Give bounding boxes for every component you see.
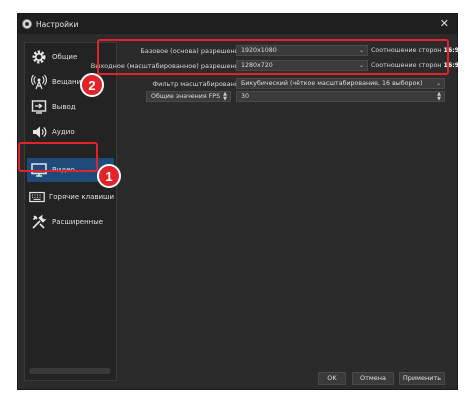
broadcast-icon xyxy=(29,72,49,92)
downscale-filter-value: Бикубический (чёткое масштабирование, 16… xyxy=(241,80,423,87)
downscale-filter-label: Фильтр масштабирования xyxy=(152,80,244,88)
video-highlight-frame xyxy=(18,142,98,172)
ok-button[interactable]: OK xyxy=(318,372,346,385)
sidebar-item-output[interactable]: Вывод xyxy=(27,95,114,119)
downscale-filter-combo[interactable]: Бикубический (чёткое масштабирование, 16… xyxy=(236,78,445,89)
sidebar-item-label: Расширенные xyxy=(52,218,104,226)
step-badge-2: 2 xyxy=(80,73,104,97)
step-badge-1: 1 xyxy=(97,164,121,188)
fps-type-value: Общие значения FPS xyxy=(151,93,221,100)
resolution-highlight-frame xyxy=(97,39,449,75)
sidebar-item-label: Аудио xyxy=(52,128,75,136)
updown-arrows-icon: ▲ ▼ xyxy=(223,91,227,102)
sidebar-item-advanced[interactable]: Расширенные xyxy=(27,210,114,234)
apply-button[interactable]: Применить xyxy=(399,372,445,385)
sidebar-scrollbar[interactable] xyxy=(29,368,111,374)
sidebar-item-hotkeys[interactable]: Горячие клавиши xyxy=(27,185,114,209)
title-bar: Настройки ✕ xyxy=(18,14,457,34)
sidebar-item-label: Общие xyxy=(52,53,78,61)
gear-icon xyxy=(29,47,49,67)
close-icon[interactable]: ✕ xyxy=(440,17,449,31)
output-icon xyxy=(29,97,49,117)
fps-value-combo[interactable]: 30 ▲ ▼ xyxy=(236,91,445,102)
settings-sidebar: Общие Вещание Вывод Аудио Видео Горячие … xyxy=(24,42,117,381)
sidebar-item-label: Горячие клавиши xyxy=(48,193,114,201)
obs-logo-icon xyxy=(22,19,32,29)
sidebar-item-audio[interactable]: Аудио xyxy=(27,120,114,144)
updown-arrows-icon: ▲ ▼ xyxy=(437,91,441,102)
fps-type-combo[interactable]: Общие значения FPS ▲ ▼ xyxy=(146,91,231,102)
keyboard-icon xyxy=(29,187,46,207)
speaker-icon xyxy=(29,122,49,142)
window-title: Настройки xyxy=(36,19,79,29)
fps-value: 30 xyxy=(241,93,250,100)
chevron-down-icon: ⌄ xyxy=(435,80,441,87)
sidebar-item-label: Вывод xyxy=(52,103,76,111)
cancel-button[interactable]: Отмена xyxy=(352,372,394,385)
tools-icon xyxy=(29,212,49,232)
